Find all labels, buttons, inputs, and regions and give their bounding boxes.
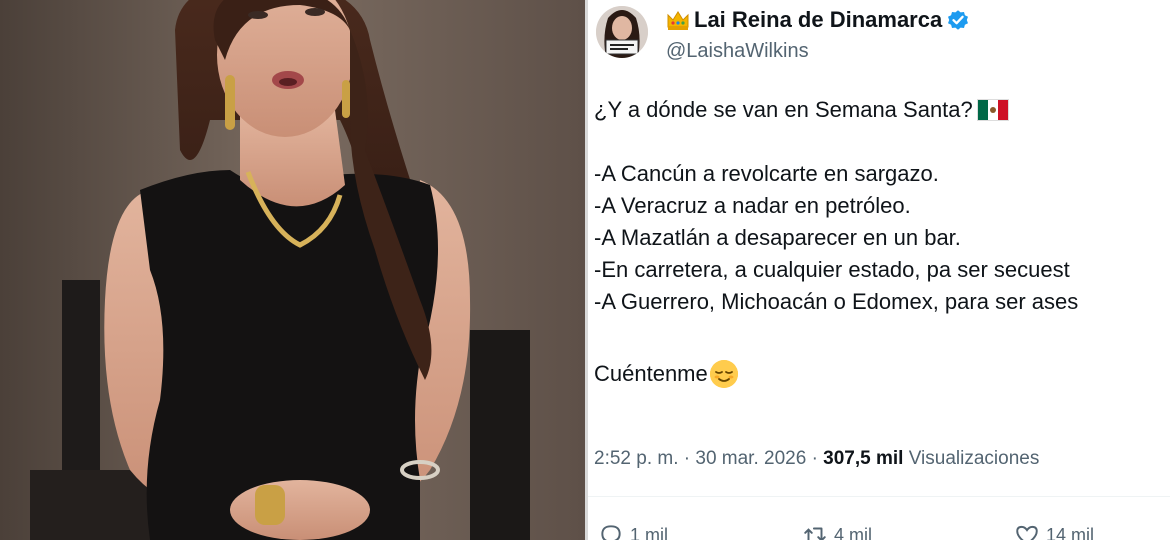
photo-woman-speaking [0,0,585,540]
tweet-timestamp[interactable]: 2:52 p. m. · 30 mar. 2026 · [594,448,823,469]
reply-button[interactable]: 1 mil [598,522,668,540]
mexico-flag-icon [976,99,1009,121]
views-label: Visualizaciones [903,448,1040,469]
tweet-card: Lai Reina de Dinamarca @LaishaWilkins ¿Y… [588,0,1170,540]
tweet-line: -A Mazatlán a desaparecer en un bar. [594,225,961,250]
display-name[interactable]: Lai Reina de Dinamarca [694,7,942,33]
author-name-row[interactable]: Lai Reina de Dinamarca [666,6,970,34]
relieved-face-emoji-icon [709,360,738,388]
photo-illustration [0,0,585,540]
reply-count: 1 mil [630,524,669,540]
verified-badge-icon [946,8,970,32]
avatar-image [596,6,648,58]
tweet-line-text: Cuéntenme [594,361,708,386]
tweet-meta: 2:52 p. m. · 30 mar. 2026 · 307,5 mil Vi… [594,448,1039,470]
like-icon [1016,525,1038,540]
tweet-line-text: ¿Y a dónde se van en Semana Santa? [594,97,973,122]
repost-icon [804,527,826,540]
divider [588,496,1170,497]
tweet-body: ¿Y a dónde se van en Semana Santa? -A Ca… [594,94,1164,390]
reply-icon [601,525,621,540]
tweet-actions: 1 mil 4 mil 14 mil [588,522,1170,540]
tweet-line: ¿Y a dónde se van en Semana Santa? [594,94,1164,126]
views-count: 307,5 mil [823,448,904,469]
repost-count: 4 mil [834,524,873,540]
tweet-line: -En carretera, a cualquier estado, pa se… [594,257,1070,282]
tweet-line: -A Veracruz a nadar en petróleo. [594,193,911,218]
repost-button[interactable]: 4 mil [802,522,872,540]
avatar[interactable] [596,6,648,58]
like-count: 14 mil [1046,524,1095,540]
tweet-line: -A Guerrero, Michoacán o Edomex, para se… [594,289,1079,314]
tweet-line: -A Cancún a revolcarte en sargazo. [594,161,939,186]
author-handle[interactable]: @LaishaWilkins [666,40,809,63]
tweet-line: Cuéntenme [594,358,1164,390]
like-button[interactable]: 14 mil [1014,522,1094,540]
crown-emoji-icon [666,9,690,31]
